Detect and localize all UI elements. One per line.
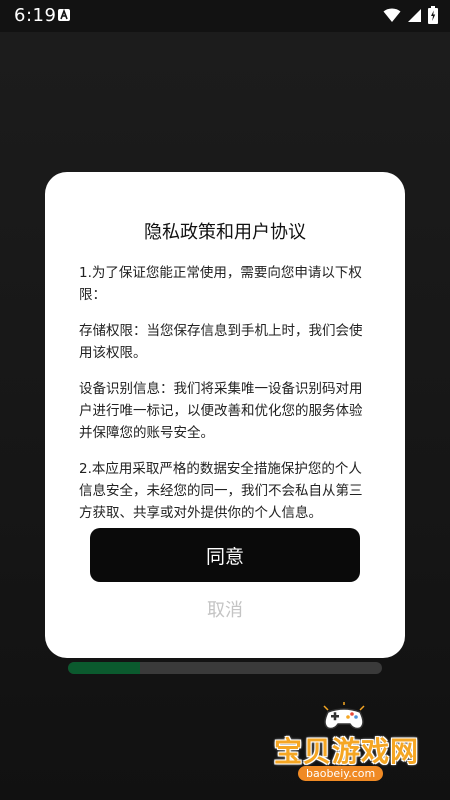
cancel-button[interactable]: 取消 xyxy=(45,596,405,622)
status-bar: 6:19 xyxy=(0,0,450,32)
agree-button[interactable]: 同意 xyxy=(90,528,360,582)
data-security-paragraph: 2.本应用采取严格的数据安全措施保护您的个人信息安全，未经您的同一，我们不会私自… xyxy=(79,461,363,521)
watermark-logo: 宝贝游戏网 baobeiy.com xyxy=(268,702,438,792)
progress-fill xyxy=(68,662,141,674)
cell-signal-icon xyxy=(408,9,421,22)
watermark-text: 宝贝游戏网 xyxy=(274,735,420,768)
status-icons xyxy=(383,6,438,24)
game-controller-icon xyxy=(323,702,365,730)
permission-intro-paragraph: 1.为了保证您能正常使用，需要向您申请以下权限： xyxy=(79,265,362,303)
privacy-dialog: 隐私政策和用户协议 1.为了保证您能正常使用，需要向您申请以下权限： 存储权限：… xyxy=(45,172,405,658)
status-time: 6:19 xyxy=(14,5,57,26)
battery-icon xyxy=(428,6,438,24)
dialog-title: 隐私政策和用户协议 xyxy=(144,222,306,243)
storage-permission-paragraph: 存储权限：当您保存信息到手机上时，我们会使用该权限。 xyxy=(79,323,363,361)
a-notification-icon xyxy=(58,9,70,21)
dialog-body: 1.为了保证您能正常使用，需要向您申请以下权限： 存储权限：当您保存信息到手机上… xyxy=(79,262,375,538)
loading-progress-bar xyxy=(68,662,382,674)
wifi-icon xyxy=(383,8,401,22)
device-id-paragraph: 设备识别信息：我们将采集唯一设备识别码对用户进行唯一标记，以便改善和优化您的服务… xyxy=(79,381,363,441)
watermark-url: baobeiy.com xyxy=(298,766,384,781)
